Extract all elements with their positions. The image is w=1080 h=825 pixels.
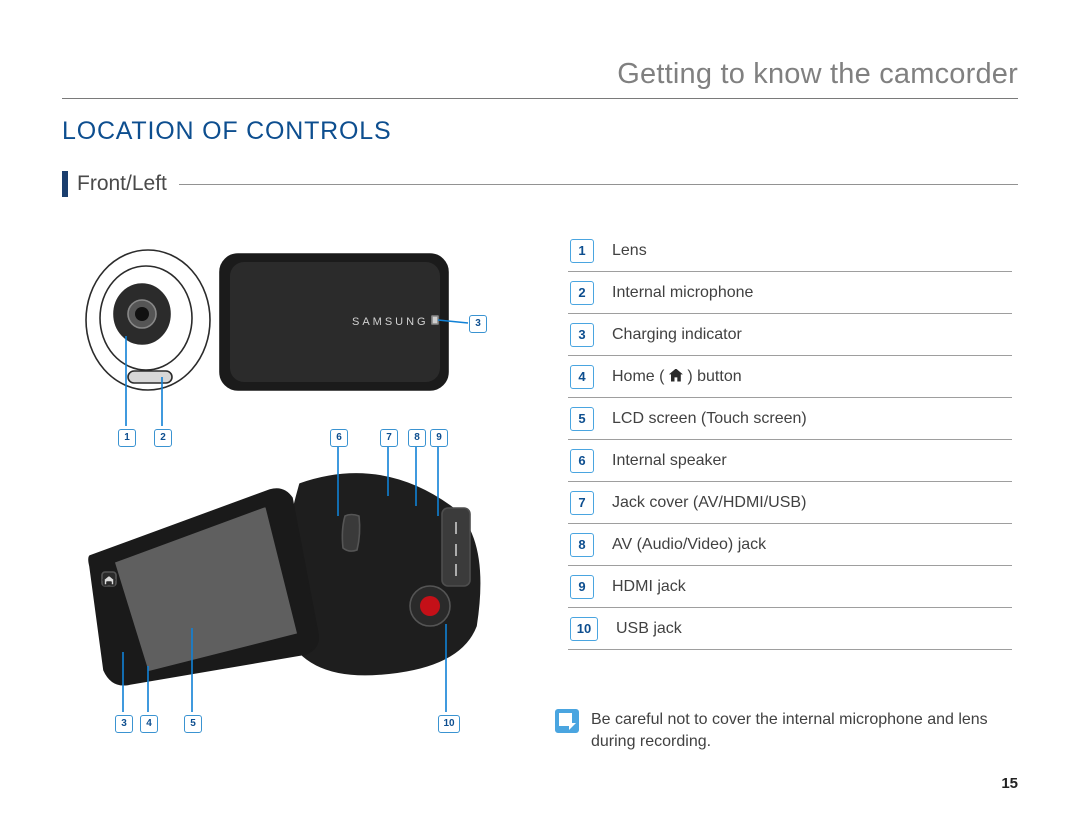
diagram-callout-5: 5 <box>184 715 202 733</box>
note-text: Be careful not to cover the internal mic… <box>591 709 1015 752</box>
note-icon <box>555 709 579 733</box>
diagram-callout-2: 2 <box>154 429 172 447</box>
header-rule <box>62 98 1018 99</box>
diagram-callout-10: 10 <box>438 715 460 733</box>
legend-label: AV (Audio/Video) jack <box>612 536 766 554</box>
legend-num: 4 <box>570 365 594 389</box>
subsection-rule <box>179 184 1018 185</box>
subsection-title: Front/Left <box>77 172 167 196</box>
legend-num: 10 <box>570 617 598 641</box>
legend-row: 2 Internal microphone <box>568 272 1012 314</box>
diagram-callout-6: 6 <box>330 429 348 447</box>
legend-label: Jack cover (AV/HDMI/USB) <box>612 494 806 512</box>
legend-label: Charging indicator <box>612 326 742 344</box>
page-number: 15 <box>1001 775 1018 792</box>
legend-row: 5 LCD screen (Touch screen) <box>568 398 1012 440</box>
diagram-callout-9: 9 <box>430 429 448 447</box>
legend-label-post: ) button <box>687 368 741 385</box>
legend-row: 10 USB jack <box>568 608 1012 650</box>
diagram-callout-1: 1 <box>118 429 136 447</box>
subsection-bar <box>62 171 68 197</box>
legend-label: Internal microphone <box>612 284 753 302</box>
legend-row: 1 Lens <box>568 230 1012 272</box>
diagram-callout-7: 7 <box>380 429 398 447</box>
section-title: LOCATION OF CONTROLS <box>62 117 391 146</box>
diagram-callout-3b: 3 <box>115 715 133 733</box>
legend-num: 9 <box>570 575 594 599</box>
home-icon <box>669 369 683 382</box>
legend-row: 3 Charging indicator <box>568 314 1012 356</box>
legend-label-pre: Home ( <box>612 368 664 385</box>
legend-label: Lens <box>612 242 647 260</box>
legend-num: 3 <box>570 323 594 347</box>
legend-num: 7 <box>570 491 594 515</box>
diagram-callout-3a: 3 <box>469 315 487 333</box>
legend-label: Home ( ) button <box>612 368 742 386</box>
legend-table: 1 Lens 2 Internal microphone 3 Charging … <box>568 230 1012 650</box>
product-diagram: SAMSUNG <box>70 226 550 746</box>
diagram-callout-4: 4 <box>140 715 158 733</box>
legend-num: 8 <box>570 533 594 557</box>
note-block: Be careful not to cover the internal mic… <box>555 709 1015 752</box>
legend-num: 5 <box>570 407 594 431</box>
legend-num: 1 <box>570 239 594 263</box>
legend-row: 4 Home ( ) button <box>568 356 1012 398</box>
legend-num: 2 <box>570 281 594 305</box>
chapter-title: Getting to know the camcorder <box>617 58 1018 91</box>
legend-row: 8 AV (Audio/Video) jack <box>568 524 1012 566</box>
legend-label: Internal speaker <box>612 452 727 470</box>
legend-row: 7 Jack cover (AV/HDMI/USB) <box>568 482 1012 524</box>
legend-label: LCD screen (Touch screen) <box>612 410 807 428</box>
legend-row: 9 HDMI jack <box>568 566 1012 608</box>
brand-label: SAMSUNG <box>352 316 429 328</box>
diagram-callout-8: 8 <box>408 429 426 447</box>
legend-num: 6 <box>570 449 594 473</box>
legend-row: 6 Internal speaker <box>568 440 1012 482</box>
legend-label: HDMI jack <box>612 578 686 596</box>
subsection-heading: Front/Left <box>62 171 1018 197</box>
legend-label: USB jack <box>616 620 682 638</box>
